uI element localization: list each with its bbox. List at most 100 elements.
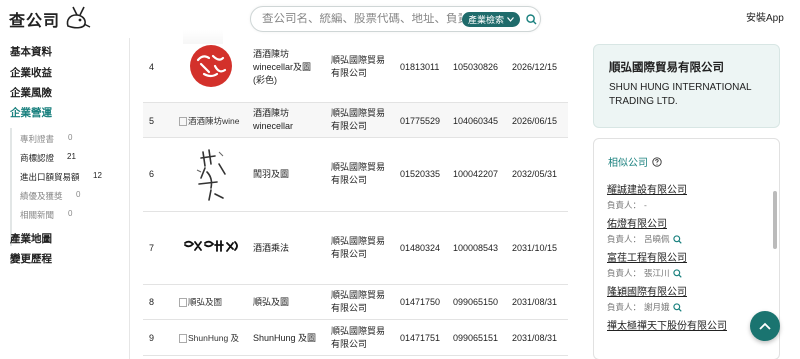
help-icon[interactable]	[652, 156, 662, 167]
search-icon[interactable]	[672, 234, 682, 244]
broken-image-icon	[179, 117, 187, 126]
broken-image-icon	[179, 298, 187, 307]
expiry-date: 2032/05/31	[512, 169, 558, 179]
image-alt-text: ShunHung 及	[188, 333, 240, 343]
subnav-item-trade-volume[interactable]: 進出口額貿易額 12	[20, 171, 102, 183]
trademark-image	[183, 239, 249, 257]
registration-number: 01520335	[400, 169, 441, 179]
related-company-owner: 負責人： 呂曉佩	[607, 233, 682, 245]
scroll-to-top-button[interactable]	[750, 311, 780, 341]
trademark-logo-red	[190, 45, 232, 87]
table-row[interactable]: 7 酒酒乘法 順弘國際貿易 有限公司 01480324 100008543 20…	[143, 212, 568, 285]
expiry-date: 2031/08/31	[512, 297, 558, 307]
application-number: 104060345	[453, 116, 499, 126]
related-company-name[interactable]: 耀誠建設有限公司	[607, 181, 687, 196]
related-company-item[interactable]: 隆穎國際有限公司 負責人： 謝月娥	[607, 283, 687, 313]
trademark-image	[189, 44, 255, 92]
company-name: 順弘國際貿易有限公司	[609, 62, 724, 74]
subnav-count: 21	[67, 152, 76, 161]
trademark-image: ShunHung 及	[179, 332, 245, 345]
subnav-label: 績優及獲獎	[20, 191, 63, 201]
trademark-image: 酒酒陳坊wine	[179, 115, 245, 128]
sidebar-item-basic-info[interactable]: 基本資料	[10, 44, 52, 59]
search-mode-dropdown[interactable]: 產業檢索	[462, 11, 521, 27]
row-number: 8	[149, 297, 155, 307]
row-number: 4	[149, 62, 155, 72]
owner-prefix: 負責人：	[607, 200, 642, 210]
trademark-name: 酒酒陳坊 winecellar	[253, 108, 294, 131]
owner-name: 謝月娥	[644, 302, 670, 312]
related-company-item[interactable]: 禪太極禪天下股份有限公司	[607, 317, 727, 332]
search-icon[interactable]	[672, 302, 682, 312]
trademark-name: 順弘及圖	[253, 297, 290, 307]
application-number: 100008543	[453, 243, 499, 253]
registration-number: 01775529	[400, 116, 441, 126]
table-row[interactable]: 9 ShunHung 及 ShunHung 及圖 順弘國際貿易 有限公司 014…	[143, 320, 568, 356]
content-divider	[129, 38, 130, 359]
sidebar-item-industry-map[interactable]: 產業地圖	[10, 231, 52, 246]
subnav-count: 0	[68, 133, 73, 142]
subnav-item-trademarks[interactable]: 商標認證 21	[20, 152, 76, 164]
related-company-name[interactable]: 禪太極禪天下股份有限公司	[607, 317, 727, 332]
trademark-name: 酒酒乘法	[253, 243, 290, 253]
expiry-date: 2026/12/15	[512, 62, 558, 72]
site-logo[interactable]: 查公司	[9, 6, 92, 32]
related-company-item[interactable]: 耀誠建設有限公司 負責人： -	[607, 181, 687, 211]
trademark-owner: 順弘國際貿易 有限公司	[331, 162, 386, 185]
trademark-name: 酒酒陳坊 winecellar及圖 (彩色)	[253, 49, 312, 85]
related-scrollbar[interactable]	[773, 191, 777, 249]
application-number: 100042207	[453, 169, 499, 179]
related-company-owner: 負責人： 謝月娥	[607, 301, 687, 313]
logo-text: 查公司	[9, 13, 61, 30]
owner-prefix: 負責人：	[607, 268, 642, 278]
sidebar-item-operations[interactable]: 企業營運	[10, 105, 52, 120]
table-row[interactable]: 4 酒酒陳坊 winecellar及圖 (彩色) 順弘國際貿易 有限公司 018…	[143, 38, 568, 103]
related-company-owner: 負責人： -	[607, 199, 687, 211]
trademark-calligraphy	[196, 149, 226, 201]
install-app-link[interactable]: 安裝App	[746, 9, 784, 24]
related-company-name[interactable]: 佑燈有限公司	[607, 215, 682, 230]
related-company-owner: 負責人： 張江川	[607, 267, 687, 279]
sidebar-item-risk[interactable]: 企業風險	[10, 85, 52, 100]
subnav-item-patents[interactable]: 專利證書 0	[20, 133, 72, 145]
company-card: 順弘國際貿易有限公司 SHUN HUNG INTERNATIONAL TRADI…	[593, 44, 780, 128]
row-number: 7	[149, 243, 155, 253]
search-button[interactable]	[526, 13, 537, 25]
expiry-date: 2026/06/15	[512, 116, 558, 126]
rabbit-logo-icon	[66, 6, 91, 29]
search-icon	[526, 13, 537, 24]
sidebar-item-change-history[interactable]: 變更歷程	[10, 251, 52, 266]
owner-name: 呂曉佩	[644, 234, 670, 244]
registration-number: 01813011	[400, 62, 440, 72]
search-input[interactable]	[262, 13, 462, 25]
trademark-image: 順弘及圖	[179, 296, 245, 309]
image-alt-text: 酒酒陳坊wine	[188, 116, 240, 126]
operations-subnav: 專利證書 0 商標認證 21 進出口額貿易額 12 績優及獲獎 0 相關新聞 0	[10, 128, 108, 246]
table-row[interactable]: 5 酒酒陳坊wine 酒酒陳坊 winecellar 順弘國際貿易 有限公司 0…	[143, 103, 568, 138]
related-company-name[interactable]: 隆穎國際有限公司	[607, 283, 687, 298]
related-company-name[interactable]: 富荏工程有限公司	[607, 249, 687, 264]
sidebar-item-revenue[interactable]: 企業收益	[10, 65, 52, 80]
trademark-owner: 順弘國際貿易 有限公司	[331, 236, 386, 259]
subnav-label: 進出口額貿易額	[20, 172, 80, 182]
trademark-owner: 順弘國際貿易 有限公司	[331, 290, 386, 313]
expiry-date: 2031/10/15	[512, 243, 558, 253]
related-company-item[interactable]: 富荏工程有限公司 負責人： 張江川	[607, 249, 687, 279]
search-icon[interactable]	[672, 268, 682, 278]
subnav-item-news[interactable]: 相關新聞 0	[20, 209, 72, 221]
subnav-label: 商標認證	[20, 153, 55, 163]
subnav-label: 專利證書	[20, 134, 55, 144]
registration-number: 01480324	[400, 243, 441, 253]
row-number: 9	[149, 333, 155, 343]
related-company-item[interactable]: 佑燈有限公司 負責人： 呂曉佩	[607, 215, 682, 245]
subnav-item-awards[interactable]: 績優及獲獎 0	[20, 190, 80, 202]
search-mode-label: 產業檢索	[468, 14, 505, 25]
app-root: 查公司 產業檢索 安裝App 基本資料 企業收益 企業風險 企業營運 專利證書 …	[0, 0, 800, 359]
registration-number: 01471750	[400, 297, 441, 307]
trademark-image	[189, 144, 255, 208]
trademark-name: 闖羽及圖	[253, 169, 290, 179]
subnav-label: 相關新聞	[20, 210, 55, 220]
trademark-wordmark	[184, 240, 238, 252]
table-row[interactable]: 8 順弘及圖 順弘及圖 順弘國際貿易 有限公司 01471750 0990651…	[143, 285, 568, 320]
table-row[interactable]: 6 闖羽及圖 順弘國際貿易 有限公司 01520335 100042207 20…	[143, 138, 568, 212]
